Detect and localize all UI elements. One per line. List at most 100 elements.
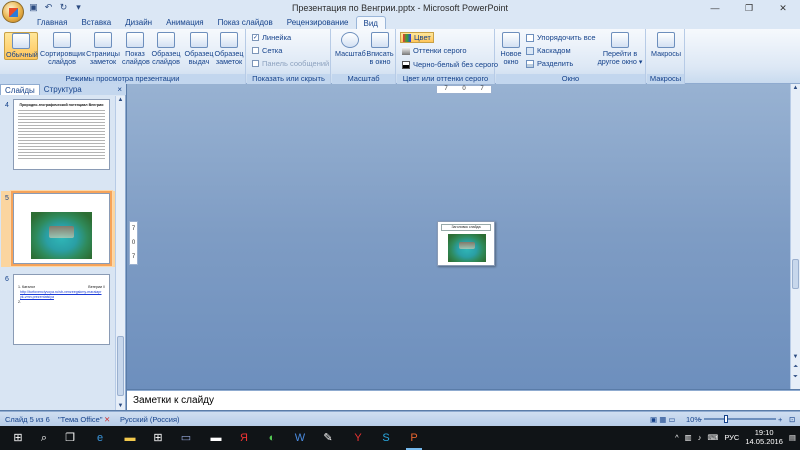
sorter-view-status-icon[interactable]: ▦ [659, 415, 666, 424]
slide-sorter-icon [53, 32, 71, 48]
torrent-icon[interactable]: ◐ [264, 430, 280, 446]
app-icon[interactable]: ▬ [208, 430, 224, 446]
switch-window-button[interactable]: Перейти в другое окно ▾ [596, 32, 644, 66]
message-bar-checkbox[interactable]: Панель сообщений [252, 59, 329, 68]
slide-thumbnail-4[interactable]: Природно-географический потенциал Венгри… [13, 99, 110, 170]
spellcheck-icon[interactable]: ✕ [104, 415, 110, 424]
ruler-tick: 0 [462, 86, 466, 92]
minimize-button[interactable]: — [698, 0, 732, 16]
new-window-icon [502, 32, 520, 48]
tab-home[interactable]: Главная [30, 16, 74, 29]
monitor-icon[interactable]: ▭ [178, 430, 194, 446]
zoom-out-icon[interactable]: − [698, 415, 702, 424]
word-icon[interactable]: W [292, 430, 308, 446]
tab-review[interactable]: Рецензирование [280, 16, 356, 29]
tab-outline[interactable]: Структура [40, 84, 86, 95]
start-button-icon[interactable]: ⊞ [10, 430, 26, 446]
slide-sorter-button[interactable]: Сортировщик слайдов [40, 32, 85, 66]
keyboard-icon[interactable]: ⌨ [708, 433, 719, 442]
slideshow-status-icon[interactable]: ▭ [668, 415, 675, 424]
clock[interactable]: 19:10 14.05.2016 [745, 428, 783, 446]
notes-master-button[interactable]: Образец заметок [214, 32, 244, 66]
scroll-down-icon[interactable]: ▼ [791, 354, 800, 360]
macros-button[interactable]: Макросы [650, 32, 682, 58]
next-slide-icon[interactable]: ⏷ [791, 374, 800, 381]
language-indicator[interactable]: РУС [724, 433, 739, 442]
grayscale-swatch-icon [402, 46, 410, 55]
grid-checkbox[interactable]: Сетка [252, 46, 282, 55]
split-button[interactable]: Разделить [526, 59, 573, 68]
tray-chevron-icon[interactable]: ^ [675, 433, 679, 442]
color-button[interactable]: Цвет [400, 32, 434, 43]
slide-master-button[interactable]: Образец слайдов [150, 32, 182, 66]
status-bar: Слайд 5 из 6 "Тема Office" ✕ Русский (Ро… [0, 411, 800, 426]
vertical-ruler: 7 0 7 [129, 221, 138, 265]
ruler-tick: 7 [131, 226, 136, 232]
notes-master-icon [220, 32, 238, 48]
skype-icon[interactable]: S [378, 430, 394, 446]
tab-view[interactable]: Вид [355, 16, 386, 29]
new-window-button[interactable]: Новое окно [499, 32, 523, 66]
office-button[interactable] [2, 1, 24, 23]
yandex-icon[interactable]: Я [236, 430, 252, 446]
group-macros: Макросы Макросы [647, 29, 685, 84]
fit-slide-icon[interactable]: ⊡ [789, 415, 795, 424]
macros-icon [657, 32, 675, 48]
language[interactable]: Русский (Россия) [120, 415, 180, 424]
panel-scroll-thumb[interactable] [117, 336, 124, 396]
store-icon[interactable]: ⊞ [150, 430, 166, 446]
slideshow-button[interactable]: Показ слайдов [122, 32, 150, 66]
grayscale-button[interactable]: Оттенки серого [402, 46, 467, 55]
ribbon: Обычный Сортировщик слайдов Страницы зам… [0, 29, 800, 84]
notes-page-button[interactable]: Страницы заметок [86, 32, 120, 66]
tab-insert[interactable]: Вставка [74, 16, 118, 29]
scroll-up-icon[interactable]: ▲ [116, 97, 125, 103]
panel-close-icon[interactable]: × [117, 84, 122, 95]
panel-scrollbar[interactable]: ▲ ▼ [115, 96, 125, 410]
network-icon[interactable]: ▥ [685, 433, 692, 442]
slide-thumbnail-5[interactable] [11, 191, 112, 266]
yandex-browser-icon[interactable]: Y [350, 430, 366, 446]
workspace-scroll-thumb[interactable] [792, 259, 799, 289]
zoom-slider-knob[interactable] [724, 415, 728, 423]
zoom-in-icon[interactable]: + [778, 415, 782, 424]
theme-name: "Тема Office" [58, 415, 103, 424]
arrange-all-button[interactable]: Упорядочить все [526, 33, 596, 42]
fit-to-window-button[interactable]: Вписать в окно [366, 32, 394, 66]
handout-master-button[interactable]: Образец выдач [184, 32, 214, 66]
tab-animation[interactable]: Анимация [159, 16, 211, 29]
normal-view-status-icon[interactable]: ▣ [650, 415, 657, 424]
prev-slide-icon[interactable]: ⏶ [791, 364, 800, 371]
notes-page-icon [94, 32, 112, 48]
zoom-button[interactable]: Масштаб [335, 32, 366, 58]
scroll-down-icon[interactable]: ▼ [116, 403, 125, 409]
close-button[interactable]: ✕ [766, 0, 800, 16]
slide-picture[interactable] [448, 234, 486, 262]
scroll-up-icon[interactable]: ▲ [791, 85, 800, 91]
message-bar-check-icon [252, 60, 259, 67]
notes-pane[interactable]: Заметки к слайду [127, 390, 800, 410]
taskbar: ⊞ ⌕ ❐ e ▬ ⊞ ▭ ▬ Я ◐ W ✎ Y S P ^ ▥ ♪ ⌨ РУ… [0, 426, 800, 450]
zoom-slider[interactable] [704, 415, 776, 423]
search-icon[interactable]: ⌕ [36, 430, 52, 446]
powerpoint-taskbar-icon[interactable]: P [406, 430, 422, 450]
slide-workspace[interactable]: 7 0 7 7 0 7 Заголовок слайда [127, 84, 790, 389]
tab-design[interactable]: Дизайн [118, 16, 159, 29]
cascade-button[interactable]: Каскадом [526, 46, 571, 55]
workspace-scrollbar[interactable]: ▲ ▼ ⏶ ⏷ [790, 84, 800, 389]
black-white-button[interactable]: Черно-белый без серого [402, 60, 498, 69]
ruler-checkbox[interactable]: ✓ Линейка [252, 33, 291, 42]
normal-view-button[interactable]: Обычный [4, 32, 38, 60]
tools-icon[interactable]: ✎ [320, 430, 336, 446]
task-view-icon[interactable]: ❐ [62, 430, 78, 446]
current-slide[interactable]: Заголовок слайда [437, 221, 495, 266]
tab-slideshow[interactable]: Показ слайдов [211, 16, 280, 29]
tab-slides[interactable]: Слайды [0, 84, 40, 95]
volume-icon[interactable]: ♪ [698, 433, 702, 442]
slide-thumbnail-6[interactable]: 1. Каталог Венгрии // http://turfovenciy… [13, 274, 110, 345]
file-explorer-icon[interactable]: ▬ [122, 430, 138, 446]
maximize-button[interactable]: ❐ [732, 0, 766, 16]
edge-icon[interactable]: e [92, 430, 108, 446]
slide-title-placeholder[interactable]: Заголовок слайда [441, 224, 491, 231]
notifications-icon[interactable]: ▤ [789, 433, 796, 442]
